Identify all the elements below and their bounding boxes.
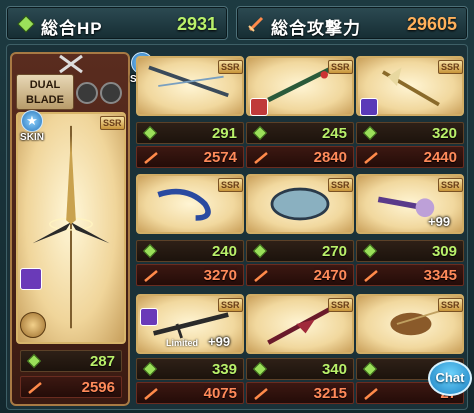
weapon-hp-value: 309 xyxy=(431,243,457,260)
total-attack-bar: 総合攻撃力 29605 xyxy=(236,6,468,40)
sword-icon xyxy=(144,152,158,164)
plus-bonus-label: +99 xyxy=(428,214,451,229)
total-hp-bar: 総合HP 2931 xyxy=(6,6,228,40)
weapon-hp-row: 240 xyxy=(136,240,244,262)
hp-gem-icon xyxy=(142,243,158,259)
sword-icon xyxy=(254,152,268,164)
sword-icon xyxy=(144,270,158,282)
weapon-class-line1: DUAL xyxy=(29,79,61,91)
weapon-hp-value: 291 xyxy=(211,125,237,142)
rarity-badge: SSR xyxy=(438,298,463,312)
weapon-atk-row: 4075 xyxy=(136,382,244,404)
dagger-slot-icon[interactable] xyxy=(100,82,122,104)
weapon-atk-row: 3270 xyxy=(136,264,244,286)
main-uncap-button[interactable] xyxy=(20,312,46,338)
rarity-badge: SSR xyxy=(438,178,463,192)
weapon-class-badge: DUAL BLADE xyxy=(16,74,74,110)
total-hp-value: 2931 xyxy=(176,14,217,34)
chat-button[interactable]: Chat xyxy=(428,360,472,396)
weapon-hp-value: 245 xyxy=(321,125,347,142)
weapon-atk-value: 3345 xyxy=(423,267,457,284)
weapon-atk-value: 2470 xyxy=(313,267,347,284)
weapon-hp-value: 340 xyxy=(321,361,347,378)
sword-icon xyxy=(364,388,378,400)
weapon-atk-value: 3215 xyxy=(313,385,347,402)
skin-star-icon: ★ xyxy=(21,110,43,132)
weapon-atk-value: 2840 xyxy=(313,149,347,166)
total-attack-value: 29605 xyxy=(406,14,457,34)
weapon-hp-value: 240 xyxy=(211,243,237,260)
weapon-atk-row: 3215 xyxy=(246,382,354,404)
weapon-hp-value: 270 xyxy=(321,243,347,260)
weapon-hp-row: 291 xyxy=(136,122,244,144)
main-hp-value: 287 xyxy=(89,353,115,370)
sword-icon xyxy=(254,270,268,282)
weapon-atk-row: 2574 xyxy=(136,146,244,168)
hp-gem-icon xyxy=(252,361,268,377)
weapon-hp-value: 339 xyxy=(211,361,237,378)
hp-gem-icon xyxy=(252,243,268,259)
weapon-atk-row: 3345 xyxy=(356,264,464,286)
limited-label: Limited xyxy=(166,338,199,348)
hp-gem-icon xyxy=(26,353,42,369)
weapon-atk-value: 4075 xyxy=(203,385,237,402)
main-atk-row: 2596 xyxy=(20,376,122,398)
hp-gem-icon xyxy=(252,125,268,141)
dark-element-icon xyxy=(140,308,158,326)
main-weapon-art[interactable] xyxy=(16,112,126,344)
weapon-atk-row: 2440 xyxy=(356,146,464,168)
rarity-badge: SSR xyxy=(328,298,353,312)
rarity-badge: SSR xyxy=(328,60,353,74)
weapon-hp-row: 340 xyxy=(246,358,354,380)
weapon-class-line2: BLADE xyxy=(26,94,64,106)
main-rarity-badge: SSR xyxy=(100,116,125,130)
total-attack-label: 総合攻撃力 xyxy=(271,19,361,38)
weapon-hp-row: 309 xyxy=(356,240,464,262)
dark-element-icon xyxy=(20,268,42,290)
crossed-blades-icon xyxy=(59,54,83,74)
hp-gem-icon xyxy=(362,243,378,259)
main-skin-badge: ★ SKIN xyxy=(18,110,46,144)
weapon-atk-value: 2574 xyxy=(203,149,237,166)
hp-gem-icon xyxy=(362,361,378,377)
sword-icon xyxy=(364,152,378,164)
rarity-badge: SSR xyxy=(328,178,353,192)
hp-gem-icon xyxy=(142,125,158,141)
main-atk-value: 2596 xyxy=(81,379,115,396)
weapon-hp-value: 320 xyxy=(431,125,457,142)
dual-blade-weapon-image xyxy=(32,125,110,329)
dark-element-icon xyxy=(360,98,378,116)
sword-icon xyxy=(254,388,268,400)
total-hp-label: 総合HP xyxy=(41,19,103,38)
axe-slot-icon[interactable] xyxy=(76,82,98,104)
weapon-atk-row: 2470 xyxy=(246,264,354,286)
rarity-badge: SSR xyxy=(218,60,243,74)
weapon-hp-row: 339 xyxy=(136,358,244,380)
hp-gem-icon xyxy=(142,361,158,377)
hp-gem-icon xyxy=(17,15,35,33)
sword-icon xyxy=(28,382,42,394)
sword-icon xyxy=(248,16,264,32)
rarity-badge: SSR xyxy=(218,298,243,312)
sword-icon xyxy=(364,270,378,282)
sword-icon xyxy=(144,388,158,400)
plus-bonus-label: +99 xyxy=(208,334,231,349)
rarity-badge: SSR xyxy=(218,178,243,192)
main-hp-row: 287 xyxy=(20,350,122,372)
rarity-badge: SSR xyxy=(438,60,463,74)
weapon-hp-row: 245 xyxy=(246,122,354,144)
weapon-hp-row: 270 xyxy=(246,240,354,262)
weapon-atk-value: 3270 xyxy=(203,267,237,284)
weapon-atk-row: 2840 xyxy=(246,146,354,168)
hp-gem-icon xyxy=(362,125,378,141)
skin-label: SKIN xyxy=(20,132,44,143)
fire-element-icon xyxy=(250,98,268,116)
weapon-hp-row: 320 xyxy=(356,122,464,144)
weapon-atk-value: 2440 xyxy=(423,149,457,166)
